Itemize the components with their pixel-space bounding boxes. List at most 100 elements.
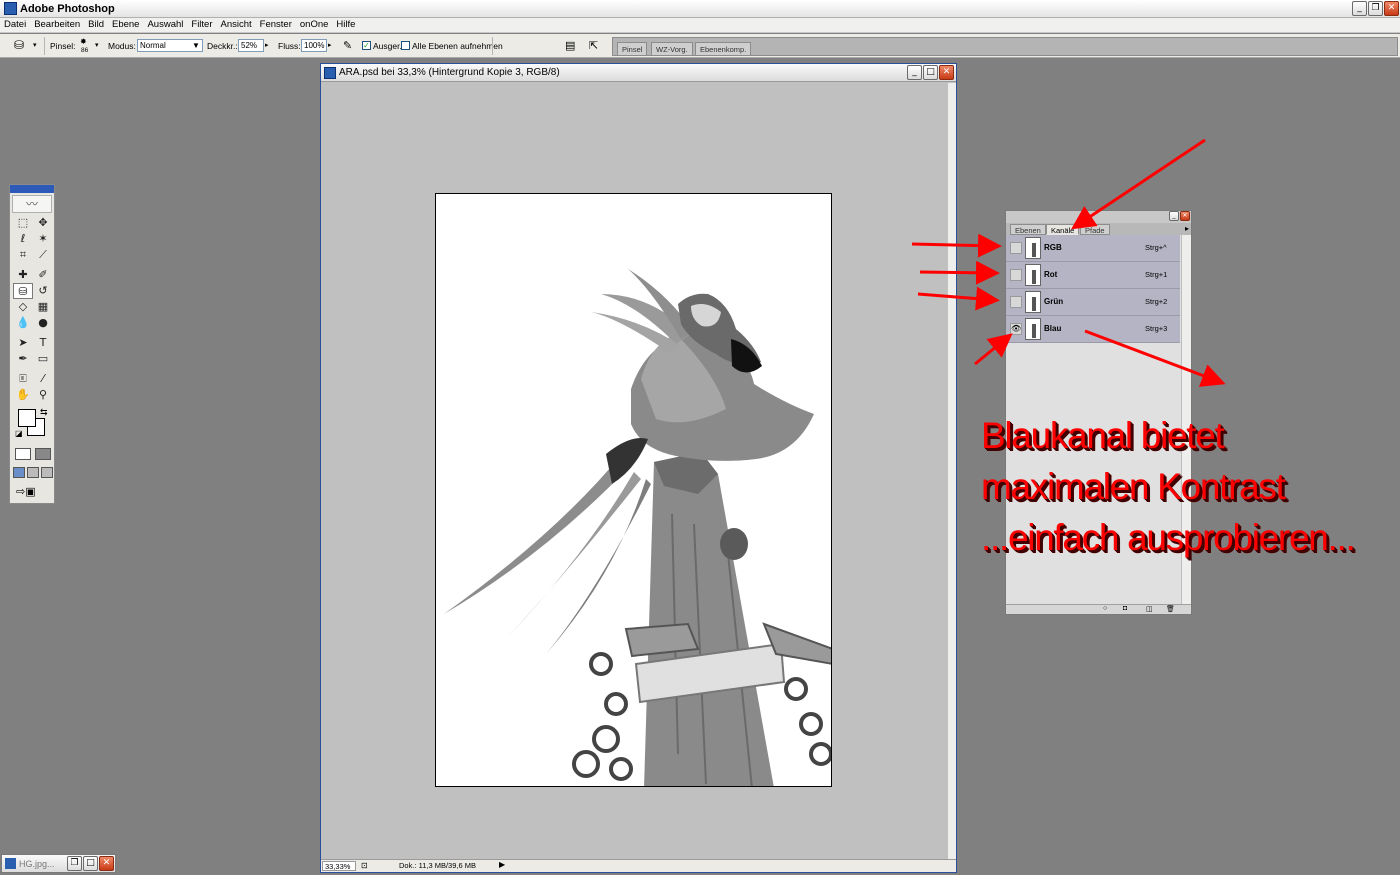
clone-stamp-tool-icon[interactable]: ⛁ <box>14 38 28 52</box>
notes-tool-icon[interactable]: 🗉 <box>13 371 33 387</box>
foreground-color-swatch[interactable] <box>18 409 36 427</box>
brush-tool-icon[interactable]: ✐ <box>33 267 53 283</box>
menu-fenster[interactable]: Fenster <box>256 18 296 32</box>
marquee-tool-icon[interactable]: ⬚ <box>13 215 33 231</box>
jump-to-imageready-icon[interactable]: ⇨▣ <box>16 485 36 498</box>
imageready-icon[interactable]: ⇱ <box>589 39 598 52</box>
aligned-checkbox[interactable]: ✓ <box>362 41 371 50</box>
standard-mode-icon[interactable] <box>15 448 31 460</box>
status-icon[interactable]: ⊡ <box>361 861 368 870</box>
document-close-button[interactable]: ✕ <box>939 65 954 80</box>
menu-hilfe[interactable]: Hilfe <box>332 18 359 32</box>
menu-filter[interactable]: Filter <box>187 18 216 32</box>
document-image[interactable] <box>435 193 832 787</box>
quick-mask-mode-icon[interactable] <box>35 448 51 460</box>
document-titlebar[interactable]: ARA.psd bei 33,3% (Hintergrund Kopie 3, … <box>321 64 956 82</box>
visibility-toggle[interactable] <box>1010 269 1022 281</box>
channels-palette-titlebar[interactable]: _ ✕ <box>1006 211 1191 223</box>
minimized-document-window[interactable]: HG.jpg... ❐ □ ✕ <box>1 854 116 873</box>
all-layers-checkbox[interactable] <box>401 41 410 50</box>
well-tab-pinsel[interactable]: Pinsel <box>617 42 648 56</box>
well-tab-ebenenkomp[interactable]: Ebenenkomp. <box>695 42 752 56</box>
zoom-tool-icon[interactable]: ⚲ <box>33 387 53 403</box>
slice-tool-icon[interactable]: ⟋ <box>33 247 53 263</box>
tab-kanaele[interactable]: Kanäle <box>1046 224 1080 235</box>
document-maximize-button[interactable]: □ <box>923 65 938 80</box>
airbrush-icon[interactable]: ✎ <box>343 39 352 52</box>
lasso-tool-icon[interactable]: ℓ <box>13 231 33 247</box>
document-minimize-button[interactable]: _ <box>907 65 922 80</box>
dodge-tool-icon[interactable]: ● <box>33 315 53 331</box>
tool-palette-titlebar[interactable] <box>10 185 54 193</box>
well-tab-wz-vorg[interactable]: WZ-Vorg. <box>651 42 693 56</box>
standard-screen-mode-icon[interactable] <box>13 467 25 478</box>
magic-wand-tool-icon[interactable]: ✶ <box>33 231 53 247</box>
hand-tool-icon[interactable]: ✋ <box>13 387 33 403</box>
type-tool-icon[interactable]: T <box>33 335 53 351</box>
healing-brush-tool-icon[interactable]: ✚ <box>13 267 33 283</box>
maximize-button[interactable]: □ <box>83 856 98 871</box>
zoom-field[interactable]: 33,33% <box>322 861 356 871</box>
status-menu-arrow-icon[interactable]: ▶ <box>499 860 505 869</box>
minimize-button[interactable]: _ <box>1352 1 1367 16</box>
palette-menu-icon[interactable]: ▸ <box>1185 224 1189 233</box>
flow-input[interactable]: 100% <box>301 39 327 52</box>
menu-auswahl[interactable]: Auswahl <box>143 18 187 32</box>
tool-preset-dropdown-icon[interactable]: ▾ <box>33 41 37 49</box>
load-selection-icon[interactable]: ○ <box>1103 605 1107 612</box>
tab-ebenen[interactable]: Ebenen <box>1010 224 1046 235</box>
channel-row-rot[interactable]: Rot Strg+1 <box>1006 262 1180 289</box>
eyedropper-tool-icon[interactable]: ⁄ <box>33 371 53 387</box>
save-selection-icon[interactable]: ◘ <box>1123 605 1127 612</box>
path-selection-tool-icon[interactable]: ➤ <box>13 335 33 351</box>
history-brush-tool-icon[interactable]: ↺ <box>33 283 53 299</box>
menu-bearbeiten[interactable]: Bearbeiten <box>30 18 84 32</box>
trash-icon[interactable]: 🗑 <box>1166 605 1175 613</box>
tab-pfade[interactable]: Pfade <box>1080 224 1110 235</box>
opacity-slider-icon[interactable]: ▸ <box>265 41 269 49</box>
restore-button[interactable]: ❐ <box>1368 1 1383 16</box>
flow-slider-icon[interactable]: ▸ <box>328 41 332 49</box>
brush-preview-icon[interactable]: ✸ <box>80 37 87 46</box>
eye-icon[interactable]: 👁 <box>1010 323 1022 335</box>
blur-tool-icon[interactable]: 💧 <box>13 315 33 331</box>
visibility-toggle[interactable] <box>1010 242 1022 254</box>
restore-button[interactable]: ❐ <box>67 856 82 871</box>
close-button[interactable]: ✕ <box>99 856 114 871</box>
full-screen-menu-mode-icon[interactable] <box>27 467 39 478</box>
document-vertical-scrollbar[interactable] <box>947 83 956 860</box>
default-colors-icon[interactable]: ◪ <box>15 429 23 438</box>
photoshop-feather-icon[interactable]: 〰 <box>12 195 52 213</box>
gradient-tool-icon[interactable]: ▦ <box>33 299 53 315</box>
menu-ansicht[interactable]: Ansicht <box>217 18 256 32</box>
eraser-tool-icon[interactable]: ◇ <box>13 299 33 315</box>
opacity-input[interactable]: 52% <box>238 39 264 52</box>
channel-row-rgb[interactable]: RGB Strg+^ <box>1006 235 1180 262</box>
channel-row-blau[interactable]: 👁 Blau Strg+3 <box>1006 316 1180 343</box>
move-tool-icon[interactable]: ✥ <box>33 215 53 231</box>
pen-tool-icon[interactable]: ✒ <box>13 351 33 367</box>
crop-tool-icon[interactable]: ⌗ <box>13 247 33 263</box>
annotation-line: Blaukanal bietet <box>981 415 1225 456</box>
canvas-area[interactable] <box>321 83 947 860</box>
menu-ebene[interactable]: Ebene <box>108 18 143 32</box>
visibility-toggle[interactable] <box>1010 296 1022 308</box>
menu-bild[interactable]: Bild <box>84 18 108 32</box>
brush-dropdown-icon[interactable]: ▾ <box>95 41 99 49</box>
shape-tool-icon[interactable]: ▭ <box>33 351 53 367</box>
annotation-line: ...einfach ausprobieren... <box>981 517 1356 558</box>
swap-colors-icon[interactable]: ⇆ <box>40 407 48 418</box>
palette-close-button[interactable]: ✕ <box>1180 211 1190 221</box>
annotation-line: maximalen Kontrast <box>981 466 1286 507</box>
clone-stamp-tool-icon[interactable]: ⛁ <box>13 283 33 299</box>
channel-thumbnail <box>1025 318 1041 340</box>
full-screen-mode-icon[interactable] <box>41 467 53 478</box>
palette-minimize-button[interactable]: _ <box>1169 211 1179 221</box>
menu-onone[interactable]: onOne <box>296 18 333 32</box>
file-browser-icon[interactable]: ▤ <box>565 39 575 52</box>
mode-dropdown-icon[interactable]: ▼ <box>192 41 200 50</box>
menu-datei[interactable]: Datei <box>0 18 30 32</box>
close-button[interactable]: ✕ <box>1384 1 1399 16</box>
channel-row-gruen[interactable]: Grün Strg+2 <box>1006 289 1180 316</box>
new-channel-icon[interactable]: ◫ <box>1146 605 1153 613</box>
